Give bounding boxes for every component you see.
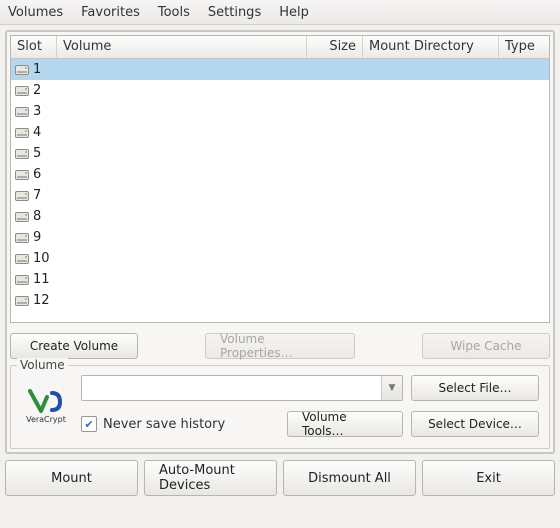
column-mount[interactable]: Mount Directory <box>363 36 499 58</box>
table-row[interactable]: 12 <box>11 290 549 311</box>
slot-number: 3 <box>33 104 41 119</box>
slot-number: 6 <box>33 167 41 182</box>
drive-icon <box>15 230 29 245</box>
exit-button[interactable]: Exit <box>422 460 555 496</box>
volume-properties-button: Volume Properties… <box>205 333 355 359</box>
drive-icon <box>15 167 29 182</box>
drive-icon <box>15 293 29 308</box>
drive-icon <box>15 146 29 161</box>
never-save-history-checkbox[interactable]: ✔ Never save history <box>81 416 225 432</box>
create-volume-button[interactable]: Create Volume <box>10 333 138 359</box>
veracrypt-logo: VeraCrypt <box>19 389 73 424</box>
slot-number: 10 <box>33 251 50 266</box>
table-row[interactable]: 1 <box>11 59 549 80</box>
volume-list-body[interactable]: 123456789101112 <box>11 59 549 322</box>
menu-tools[interactable]: Tools <box>158 5 190 20</box>
dismount-all-button[interactable]: Dismount All <box>283 460 416 496</box>
drive-icon <box>15 83 29 98</box>
action-row: Create Volume Volume Properties… Wipe Ca… <box>10 333 550 359</box>
menu-bar: Volumes Favorites Tools Settings Help <box>0 0 560 25</box>
wipe-cache-button: Wipe Cache <box>422 333 550 359</box>
drive-icon <box>15 125 29 140</box>
column-volume[interactable]: Volume <box>57 36 307 58</box>
table-row[interactable]: 10 <box>11 248 549 269</box>
mount-button[interactable]: Mount <box>5 460 138 496</box>
slot-number: 5 <box>33 146 41 161</box>
drive-icon <box>15 188 29 203</box>
table-row[interactable]: 3 <box>11 101 549 122</box>
chevron-down-icon: ▼ <box>389 383 396 393</box>
slot-number: 1 <box>33 62 41 77</box>
column-type[interactable]: Type <box>499 36 549 58</box>
drive-icon <box>15 62 29 77</box>
menu-settings[interactable]: Settings <box>208 5 261 20</box>
table-row[interactable]: 9 <box>11 227 549 248</box>
volume-list: Slot Volume Size Mount Directory Type 12… <box>10 35 550 323</box>
veracrypt-logo-text: VeraCrypt <box>26 415 66 424</box>
slot-number: 11 <box>33 272 50 287</box>
slot-number: 12 <box>33 293 50 308</box>
volume-path-input[interactable] <box>82 376 381 400</box>
slot-number: 7 <box>33 188 41 203</box>
select-device-button[interactable]: Select Device… <box>411 411 539 437</box>
slot-number: 4 <box>33 125 41 140</box>
menu-favorites[interactable]: Favorites <box>81 5 140 20</box>
volume-tools-button[interactable]: Volume Tools… <box>287 411 403 437</box>
checkbox-icon: ✔ <box>81 416 97 432</box>
auto-mount-button[interactable]: Auto-Mount Devices <box>144 460 277 496</box>
table-row[interactable]: 4 <box>11 122 549 143</box>
menu-help[interactable]: Help <box>279 5 309 20</box>
drive-icon <box>15 251 29 266</box>
slot-number: 8 <box>33 209 41 224</box>
column-size[interactable]: Size <box>307 36 363 58</box>
select-file-button[interactable]: Select File… <box>411 375 539 401</box>
drive-icon <box>15 209 29 224</box>
table-row[interactable]: 11 <box>11 269 549 290</box>
drive-icon <box>15 272 29 287</box>
column-slot[interactable]: Slot <box>11 36 57 58</box>
table-row[interactable]: 6 <box>11 164 549 185</box>
table-row[interactable]: 8 <box>11 206 549 227</box>
bottom-button-row: Mount Auto-Mount Devices Dismount All Ex… <box>5 460 555 498</box>
drive-icon <box>15 104 29 119</box>
volume-group: Volume VeraCrypt ▼ Select File… <box>10 365 550 449</box>
table-row[interactable]: 5 <box>11 143 549 164</box>
veracrypt-logo-icon <box>28 389 64 415</box>
volume-path-combo[interactable]: ▼ <box>81 375 403 401</box>
main-panel: Slot Volume Size Mount Directory Type 12… <box>5 30 555 454</box>
never-save-history-label: Never save history <box>103 417 225 432</box>
slot-number: 9 <box>33 230 41 245</box>
menu-volumes[interactable]: Volumes <box>8 5 63 20</box>
table-row[interactable]: 7 <box>11 185 549 206</box>
slot-number: 2 <box>33 83 41 98</box>
volume-group-legend: Volume <box>17 358 68 372</box>
volume-list-header: Slot Volume Size Mount Directory Type <box>11 36 549 59</box>
volume-path-dropdown-button[interactable]: ▼ <box>381 376 402 400</box>
table-row[interactable]: 2 <box>11 80 549 101</box>
